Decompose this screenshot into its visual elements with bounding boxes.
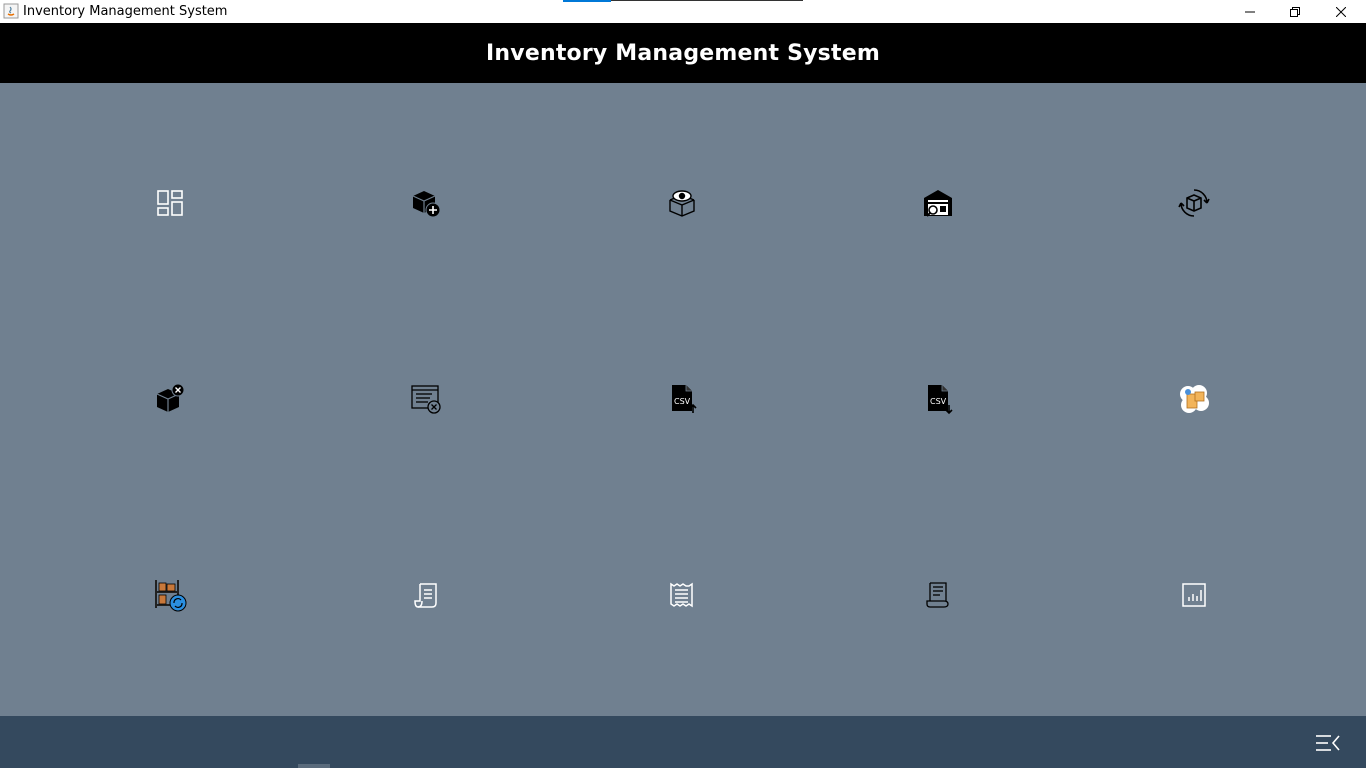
app-footer [0,716,1366,768]
svg-text:CSV: CSV [674,397,691,406]
collapse-menu-icon [1316,735,1340,751]
report-scroll-button[interactable] [916,573,960,617]
csv-import-icon: CSV [928,385,953,415]
warehouse-search-button[interactable] [916,181,960,225]
statistics-button[interactable] [1172,573,1216,617]
dashboard-button[interactable] [148,181,192,225]
supplier-package-button[interactable] [1172,377,1216,421]
add-product-icon [412,191,441,218]
invoice-button[interactable] [660,573,704,617]
delete-record-icon [411,385,441,414]
update-product-icon [1178,189,1210,217]
delete-record-button[interactable] [404,377,448,421]
page-title: Inventory Management System [486,40,880,66]
csv-export-icon: CSV [672,385,697,413]
csv-import-button[interactable]: CSV [916,377,960,421]
csv-export-button[interactable]: CSV [660,377,704,421]
titlebar-accent [563,0,803,2]
receipt-icon [414,583,437,608]
window-title: Inventory Management System [23,4,228,19]
java-app-icon [3,3,19,19]
supplier-package-icon [1180,385,1209,413]
delete-product-icon [156,383,185,412]
stock-refresh-button[interactable] [148,573,192,617]
app-header: Inventory Management System [0,23,1366,83]
collapse-menu-button[interactable] [1312,730,1344,756]
close-icon [1336,6,1346,17]
svg-text:CSV: CSV [930,397,947,406]
minimize-icon [1245,11,1255,12]
delete-product-button[interactable] [148,377,192,421]
update-product-button[interactable] [1172,181,1216,225]
stock-refresh-icon [155,580,187,612]
scrollbar-thumb[interactable] [298,764,330,768]
restore-button[interactable] [1272,0,1318,23]
restore-icon [1290,6,1300,17]
add-product-button[interactable] [404,181,448,225]
warehouse-search-icon [924,190,952,217]
view-product-button[interactable] [660,181,704,225]
minimize-button[interactable] [1227,0,1273,23]
statistics-chart-icon [1182,583,1206,607]
receipt-button[interactable] [404,573,448,617]
report-scroll-icon [926,582,949,608]
dashboard-icon [157,190,183,216]
menu-grid: CSV CSV [0,83,1366,716]
window-titlebar: Inventory Management System [0,0,1366,23]
close-button[interactable] [1318,0,1364,23]
invoice-icon [670,582,693,608]
view-product-icon [669,190,695,217]
